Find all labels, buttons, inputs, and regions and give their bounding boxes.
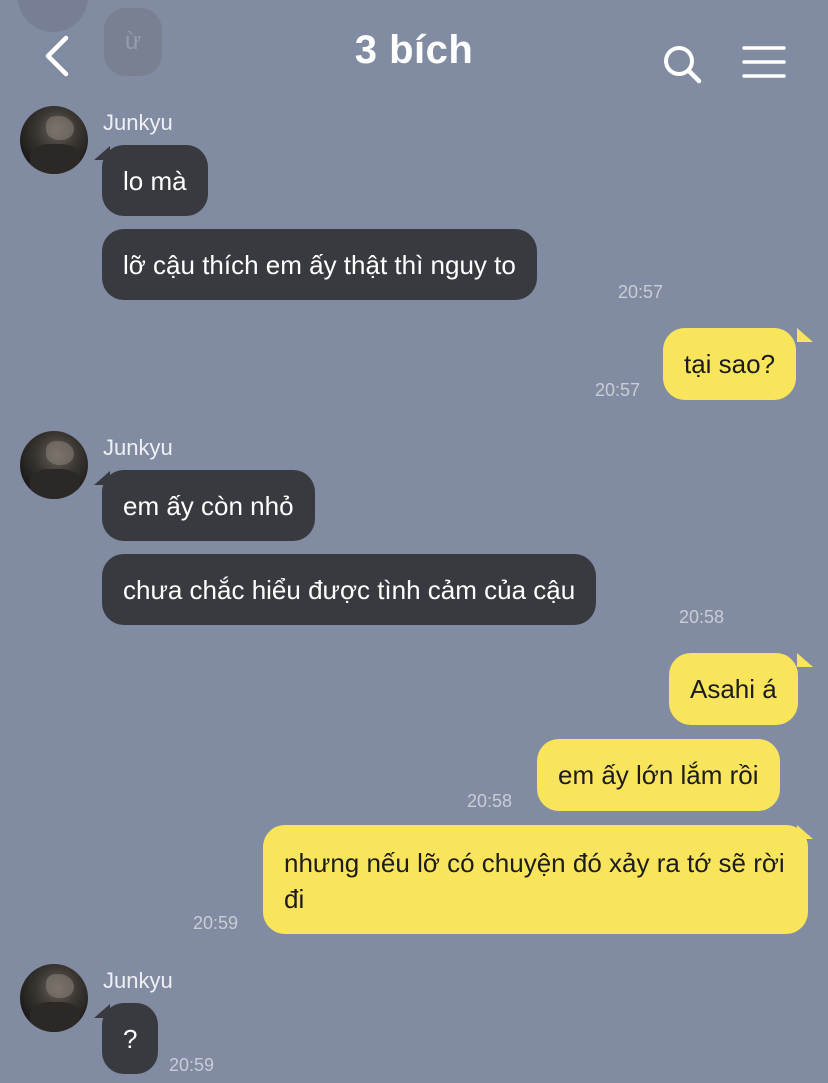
message-bubble-incoming[interactable]: ?: [102, 1003, 159, 1074]
message-bubble-incoming[interactable]: lỡ cậu thích em ấy thật thì nguy to: [102, 229, 537, 300]
message-timestamp: 20:57: [618, 282, 664, 302]
message-bubble-outgoing[interactable]: nhưng nếu lỡ có chuyện đó xảy ra tớ sẽ r…: [263, 825, 808, 934]
message-timestamp: 20:57: [595, 380, 641, 400]
message-timestamp: 20:58: [467, 791, 513, 811]
bubble-tail: [797, 653, 813, 667]
bubble-tail: [797, 328, 813, 342]
message-bubble-incoming[interactable]: chưa chắc hiểu được tình cảm của cậu: [102, 554, 597, 625]
message-bubble-outgoing[interactable]: tại sao?: [663, 328, 797, 400]
message-bubble-incoming[interactable]: em ấy còn nhỏ: [102, 470, 315, 541]
menu-button[interactable]: [742, 44, 786, 80]
chat-header: ừ 3 bích: [0, 0, 828, 100]
menu-icon: [742, 46, 786, 78]
message-timestamp: 20:58: [679, 607, 725, 627]
sender-name: Junkyu: [103, 968, 173, 993]
message-bubble-incoming[interactable]: lo mà: [102, 145, 208, 216]
avatar-junkyu[interactable]: [20, 964, 88, 1032]
sender-name: Junkyu: [103, 110, 173, 135]
message-timestamp: 20:59: [193, 913, 239, 933]
search-icon: [664, 46, 702, 84]
avatar-junkyu[interactable]: [20, 106, 88, 174]
search-button[interactable]: [660, 42, 704, 86]
avatar-junkyu[interactable]: [20, 431, 88, 499]
message-timestamp: 20:59: [169, 1055, 215, 1075]
bubble-tail: [797, 825, 813, 839]
message-bubble-outgoing[interactable]: Asahi á: [669, 653, 798, 725]
sender-name: Junkyu: [103, 435, 173, 460]
message-bubble-outgoing[interactable]: em ấy lớn lắm rồi: [537, 739, 780, 811]
